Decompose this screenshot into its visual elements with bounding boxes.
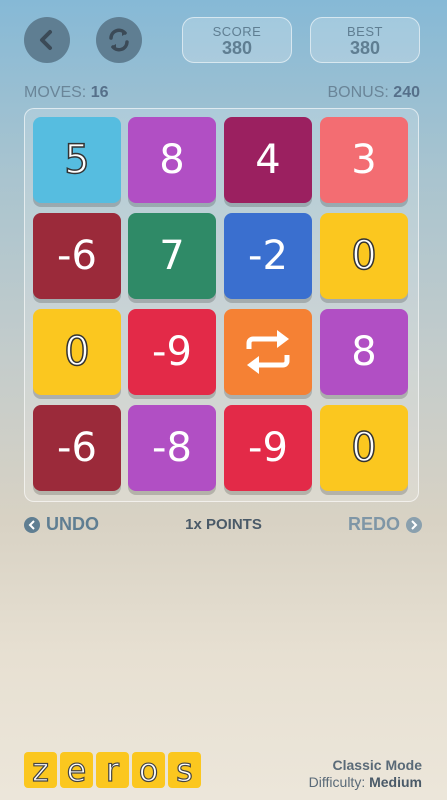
tile[interactable]: -8	[128, 405, 216, 491]
bonus-value: 240	[393, 84, 420, 101]
tile[interactable]: -6	[33, 213, 121, 299]
moves-label: MOVES:	[24, 84, 87, 101]
logo-letter: z	[24, 750, 57, 790]
tile[interactable]: 0	[33, 309, 121, 395]
best-value: 380	[349, 38, 381, 58]
tile[interactable]: 3	[320, 117, 408, 203]
score-label: SCORE	[212, 24, 262, 39]
score-value: 380	[221, 38, 253, 58]
restart-icon	[109, 28, 129, 52]
mode-name: Classic Mode	[332, 757, 422, 773]
best-label: BEST	[347, 24, 383, 39]
difficulty-label: Difficulty:	[308, 774, 366, 790]
mode-info: Classic Mode Difficulty: Medium	[309, 757, 422, 791]
score-box: SCORE 380	[182, 17, 292, 63]
tile[interactable]: 5	[33, 117, 121, 203]
redo-label: REDO	[347, 514, 400, 534]
tile[interactable]: -6	[33, 405, 121, 491]
difficulty-line: Difficulty: Medium	[309, 774, 422, 791]
tile[interactable]: 0	[320, 213, 408, 299]
zeros-logo: z e r o s	[24, 750, 201, 790]
swap-icon	[246, 330, 290, 374]
restart-button[interactable]	[96, 17, 142, 63]
bonus-label: BONUS:	[327, 84, 389, 101]
back-arrow-icon	[40, 30, 52, 50]
logo-letter: e	[60, 750, 93, 790]
redo-button[interactable]: REDO	[348, 514, 422, 535]
tile[interactable]: 4	[224, 117, 312, 203]
swap-tile[interactable]	[224, 309, 312, 395]
logo-letter: s	[168, 750, 201, 790]
best-box: BEST 380	[310, 17, 420, 63]
tile[interactable]: 8	[320, 309, 408, 395]
redo-arrow-icon	[406, 516, 422, 533]
tile[interactable]: 0	[320, 405, 408, 491]
logo-letter: o	[132, 750, 165, 790]
tile[interactable]: -9	[128, 309, 216, 395]
bonus-stat: BONUS: 240	[328, 84, 421, 102]
game-board: 5 8 4 3 -6 7 -2 0 0 -9 8 -6 -8 -9 0	[24, 108, 419, 502]
moves-stat: MOVES: 16	[24, 84, 108, 102]
moves-value: 16	[90, 84, 109, 101]
logo-letter: r	[96, 750, 129, 790]
back-button[interactable]	[24, 17, 70, 63]
difficulty-value: Medium	[369, 774, 422, 790]
tile[interactable]: -2	[224, 213, 312, 299]
tile[interactable]: 8	[128, 117, 216, 203]
tile[interactable]: -9	[224, 405, 312, 491]
tile[interactable]: 7	[128, 213, 216, 299]
